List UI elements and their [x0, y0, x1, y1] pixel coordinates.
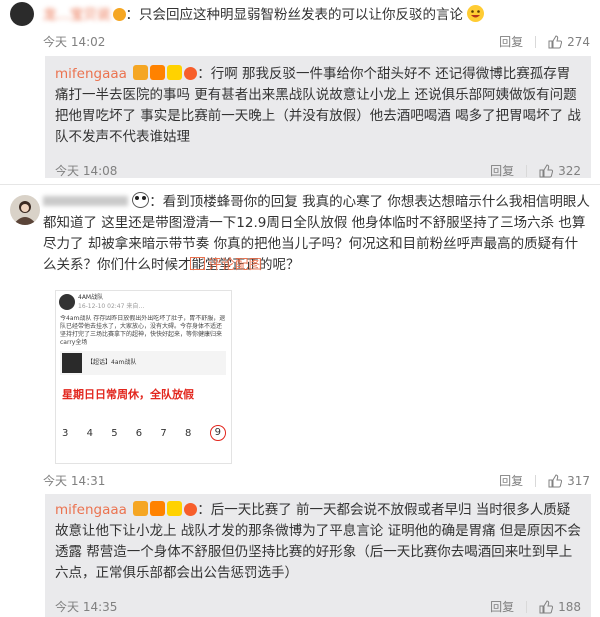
timestamp: 今天 14:31	[43, 474, 106, 488]
calendar-day: 8	[184, 428, 192, 439]
like-button[interactable]: 317	[548, 474, 590, 488]
card-title: 【超话】4am战队	[87, 359, 137, 366]
divider	[535, 35, 537, 48]
timestamp: 今天 14:08	[55, 164, 118, 178]
like-count: 322	[558, 163, 581, 178]
fan-badge-icon	[150, 65, 166, 80]
thumbs-up-icon	[539, 163, 554, 177]
like-button[interactable]: 322	[539, 164, 581, 178]
comment-text: ：看到顶楼蜂哥你的回复 我真的心寒了 你想表达想暗示什么我相信明眼人都知道了 这…	[43, 192, 590, 273]
comment-image[interactable]: 4AM战队 16-12-10 02:47 来自… 今4am战队 存存因昨日放假出…	[55, 290, 232, 464]
reply-actions: 回复 322	[490, 162, 581, 179]
laughing-emoji-icon	[467, 5, 485, 22]
username[interactable]: mifengaaa	[55, 502, 127, 518]
image-post-text: 今4am战队 存存因昨日放假出外出吃坏了肚子，胃不舒服，退队已经带他去挂水了，大…	[60, 315, 226, 346]
comment-text: 龙…宝贝说 ：只会回应这种明显弱智粉丝发表的可以让你反驳的言论	[43, 5, 588, 26]
vip-badge-icon	[133, 65, 149, 80]
comment-actions: 回复 317	[499, 472, 590, 489]
gold-badge-icon	[167, 65, 183, 80]
like-count: 188	[558, 599, 581, 614]
verified-icon	[184, 503, 198, 516]
vip-badge-icon	[112, 8, 126, 21]
calendar-day: 5	[111, 428, 118, 439]
reply-box: mifengaaa ：行啊 那我反驳一件事给你个甜头好不 还记得微博比赛孤存胃痛…	[45, 56, 591, 178]
comment-body: 只会回应这种明显弱智粉丝发表的可以让你反驳的言论	[139, 7, 463, 23]
avatar[interactable]	[10, 195, 40, 225]
like-button[interactable]: 188	[539, 600, 581, 614]
calendar-row: 3 4 5 6 7 8 9	[62, 425, 226, 441]
reply-button[interactable]: 回复	[490, 598, 514, 615]
divider	[526, 600, 528, 613]
like-button[interactable]: 274	[548, 35, 590, 49]
divider	[526, 164, 528, 177]
reply-button[interactable]: 回复	[490, 162, 514, 179]
thumbs-up-icon	[539, 599, 554, 613]
reply-box: mifengaaa ：后一天比赛了 前一天都会说不放假或者早归 当时很多人质疑故…	[45, 494, 591, 617]
image-header-time: 16-12-10 02:47 来自…	[78, 303, 145, 310]
like-count: 317	[567, 473, 590, 488]
image-banner: 星期日日常周休，全队放假	[62, 388, 194, 401]
panda-badge-icon	[132, 192, 150, 208]
username[interactable]: 龙…宝贝说	[43, 7, 111, 23]
calendar-day: 7	[160, 428, 167, 439]
image-card: 【超话】4am战队	[60, 351, 226, 375]
calendar-day: 6	[135, 428, 143, 439]
pic-link[interactable]: 评论配图	[190, 255, 262, 276]
comment-actions: 回复 274	[499, 33, 590, 50]
username[interactable]	[43, 196, 128, 206]
image-header	[59, 294, 75, 310]
calendar-day: 4	[86, 428, 93, 439]
avatar[interactable]	[10, 2, 34, 26]
like-count: 274	[567, 34, 590, 49]
verified-icon	[184, 67, 198, 80]
image-header-name: 4AM战队	[78, 294, 104, 301]
thumbs-up-icon	[548, 34, 563, 48]
calendar-day: 3	[62, 428, 69, 439]
card-thumbnail	[62, 353, 82, 373]
reply-button[interactable]: 回复	[499, 33, 523, 50]
divider	[0, 184, 600, 185]
reply-text: mifengaaa ：行啊 那我反驳一件事给你个甜头好不 还记得微博比赛孤存胃痛…	[55, 65, 581, 145]
fan-badge-icon	[150, 501, 166, 516]
calendar-day-circled: 9	[209, 425, 226, 441]
image-icon	[190, 257, 205, 270]
timestamp: 今天 14:35	[55, 600, 118, 614]
username[interactable]: mifengaaa	[55, 66, 127, 82]
vip-badge-icon	[133, 501, 149, 516]
reply-button[interactable]: 回复	[499, 472, 523, 489]
divider	[535, 474, 537, 487]
timestamp: 今天 14:02	[43, 35, 106, 49]
thumbs-up-icon	[548, 473, 563, 487]
reply-text: mifengaaa ：后一天比赛了 前一天都会说不放假或者早归 当时很多人质疑故…	[55, 501, 581, 581]
reply-actions: 回复 188	[490, 598, 581, 615]
gold-badge-icon	[167, 501, 183, 516]
